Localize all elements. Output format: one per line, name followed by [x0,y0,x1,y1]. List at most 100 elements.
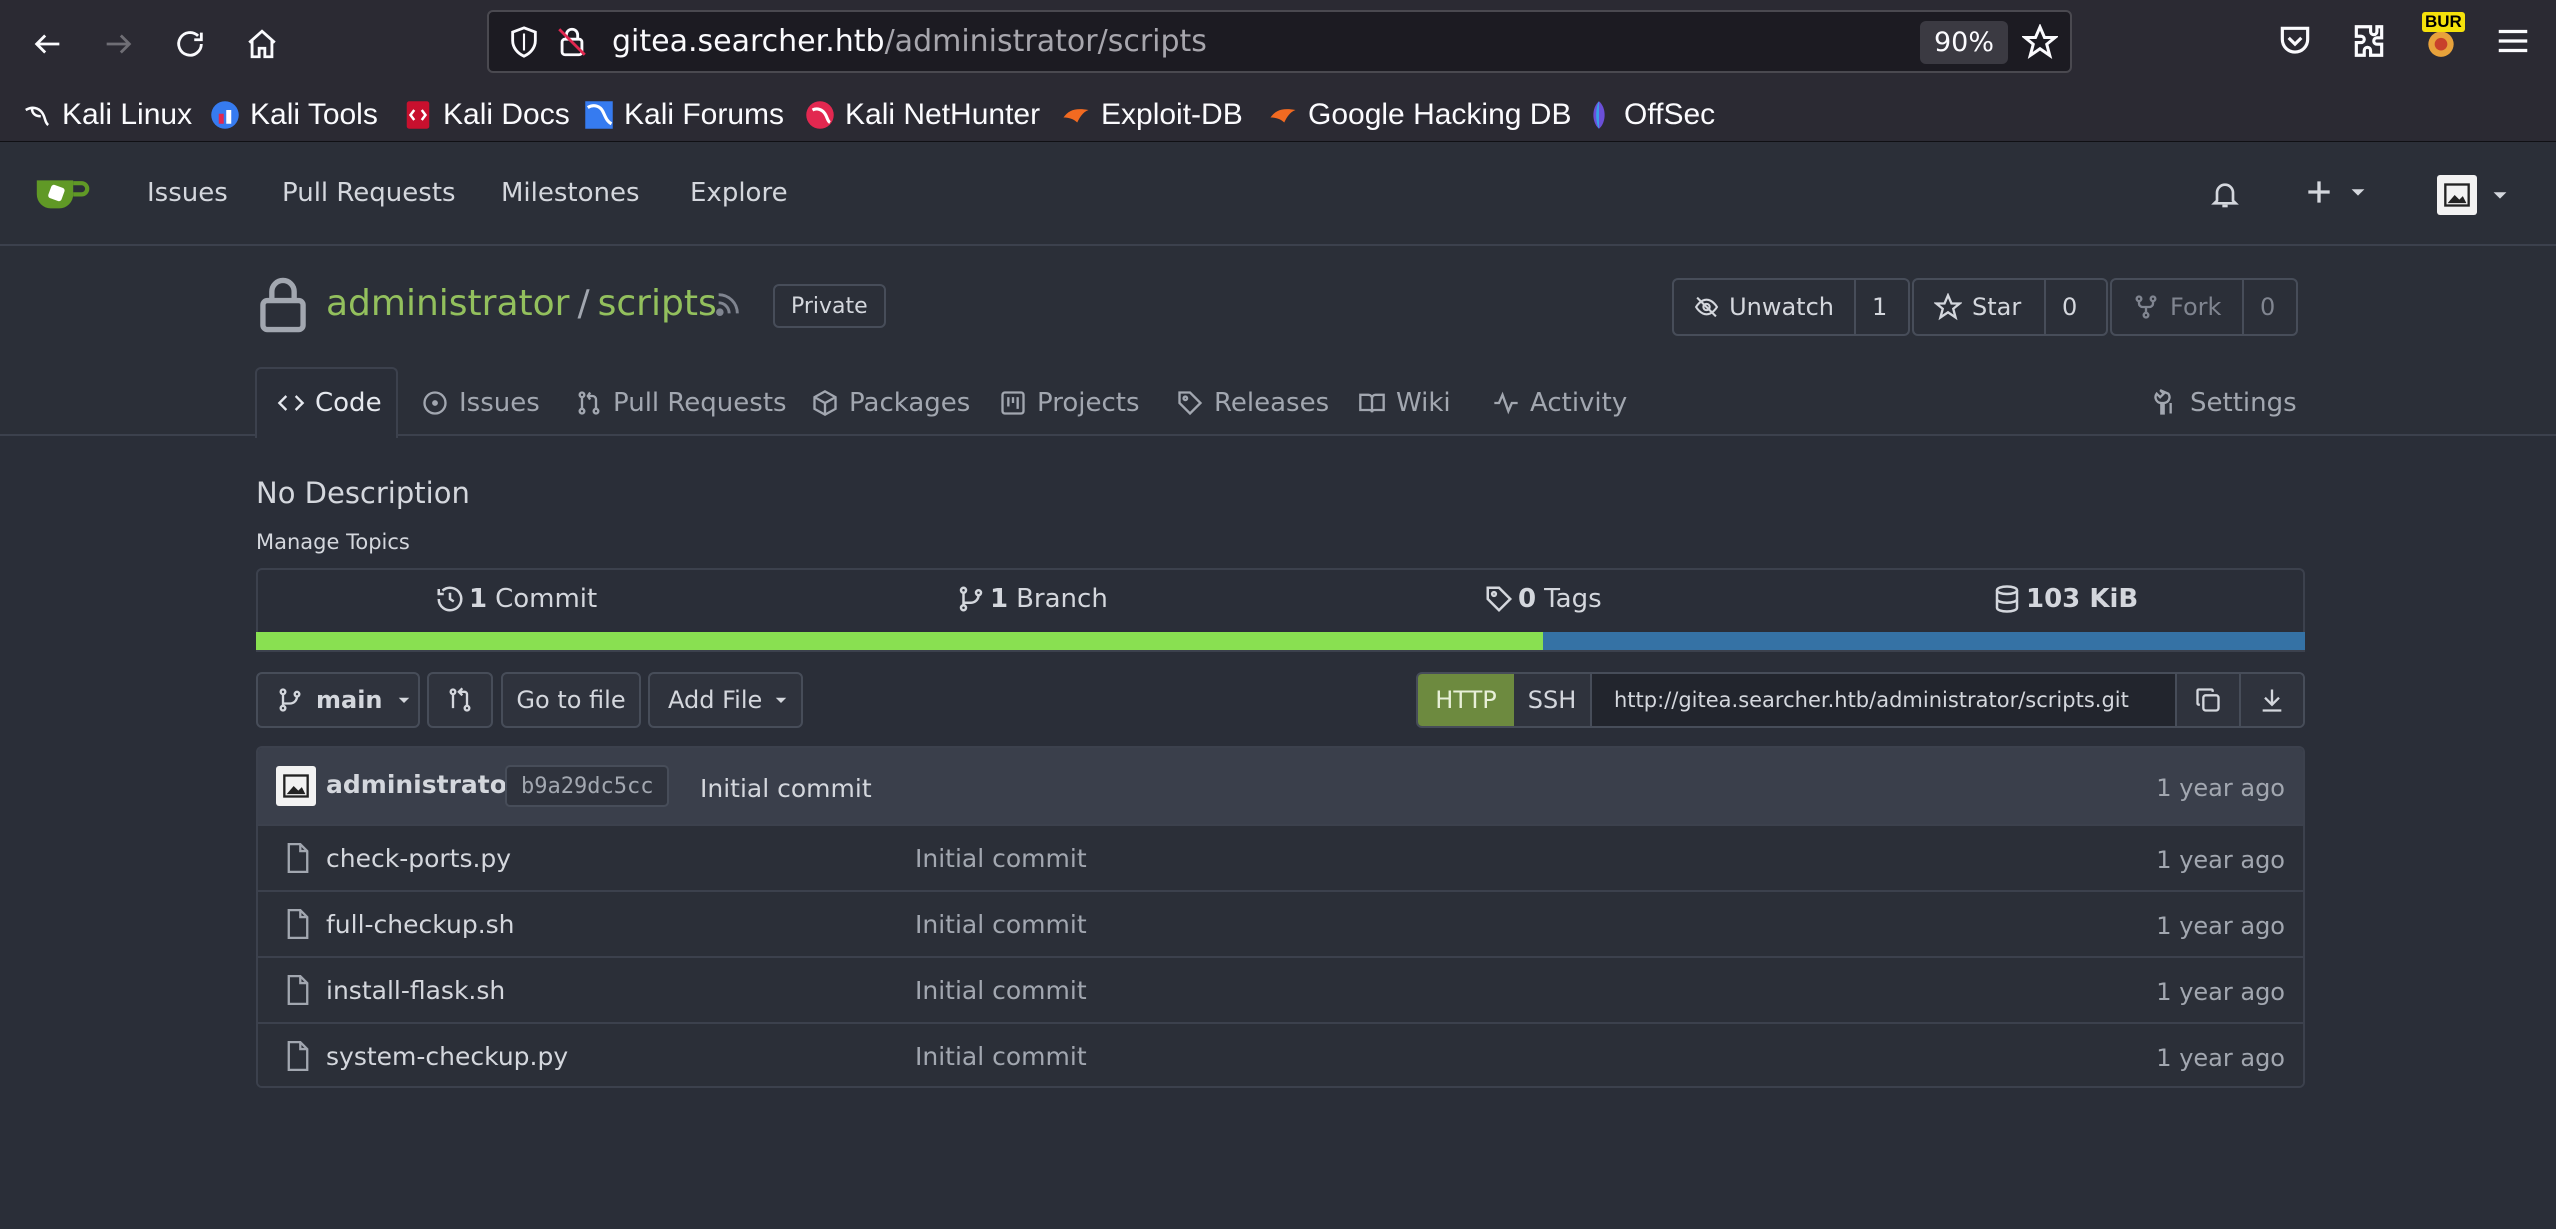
nav-pull-requests[interactable]: Pull Requests [282,178,456,208]
file-name-link[interactable]: install-flask.sh [326,976,505,1005]
pocket-icon[interactable] [2276,22,2314,60]
file-commit-time: 1 year ago [2156,846,2285,874]
shield-icon[interactable] [507,25,541,59]
add-file-dropdown[interactable]: Add File [648,672,803,728]
home-icon [248,29,276,59]
commit-message[interactable]: Initial commit [700,774,872,803]
stat-commits[interactable]: 1 Commit [435,584,597,614]
nav-explore[interactable]: Explore [690,178,788,208]
reload-button[interactable] [160,14,220,74]
file-commit-message[interactable]: Initial commit [915,910,1087,939]
gitea-logo-icon[interactable] [34,172,90,214]
clone-url-input[interactable] [1592,674,2175,726]
download-archive-button[interactable] [2239,674,2303,726]
tab-issues[interactable]: Issues [421,370,540,436]
repo-owner-link[interactable]: administrator [326,283,569,324]
git-branch-icon [279,688,301,712]
file-name-link[interactable]: check-ports.py [326,844,511,873]
clone-http-button[interactable]: HTTP [1418,674,1514,726]
file-commit-message[interactable]: Initial commit [915,1042,1087,1071]
url-bar[interactable]: gitea.searcher.htb/administrator/scripts… [487,10,2072,73]
file-name-link[interactable]: system-checkup.py [326,1042,568,1071]
repo-name-link[interactable]: scripts [598,283,717,324]
tab-settings[interactable]: Settings [2152,370,2297,436]
nav-milestones[interactable]: Milestones [501,178,640,208]
copy-clone-url-button[interactable] [2175,674,2239,726]
plus-icon [2308,181,2330,203]
bookmark-kali-linux[interactable]: Kali Linux [22,96,192,134]
file-icon [287,909,309,939]
stat-tags[interactable]: 0 Tags [1484,584,1602,614]
bookmark-exploit-db[interactable]: Exploit-DB [1061,96,1243,134]
private-badge: Private [773,284,886,328]
file-icon [287,975,309,1005]
gitea-navbar: Issues Pull Requests Milestones Explore [0,142,2556,246]
file-name-link[interactable]: full-checkup.sh [326,910,515,939]
file-commit-message[interactable]: Initial commit [915,976,1087,1005]
kali-tools-icon [211,101,239,129]
manage-topics-link[interactable]: Manage Topics [256,530,410,554]
fork-count[interactable]: 0 [2242,280,2291,334]
bookmark-kali-docs[interactable]: Kali Docs [403,96,570,134]
tag-icon [1178,391,1203,416]
user-menu-dropdown[interactable] [2437,175,2511,215]
nav-issues[interactable]: Issues [147,178,228,208]
tab-pull-requests[interactable]: Pull Requests [575,370,787,436]
commit-sha-link[interactable]: b9a29dc5cc [505,765,670,807]
watch-count[interactable]: 1 [1854,280,1903,334]
compare-button[interactable] [427,672,493,728]
extensions-icon[interactable] [2350,22,2388,60]
tab-activity[interactable]: Activity [1492,370,1627,436]
branch-selector[interactable]: main [256,672,420,728]
back-button[interactable] [18,14,78,74]
stat-branches[interactable]: 1 Branch [956,584,1108,614]
fork-button[interactable]: Fork [2112,280,2242,334]
insecure-lock-icon[interactable] [555,25,589,59]
commit-author[interactable]: administrator [326,770,519,799]
browser-toolbar: gitea.searcher.htb/administrator/scripts… [0,0,2556,86]
star-button[interactable]: Star [1914,280,2044,334]
bookmark-offsec[interactable]: OffSec [1584,96,1715,134]
menu-hamburger-icon[interactable] [2494,22,2532,60]
star-icon [1934,293,1962,321]
create-new-dropdown[interactable] [2303,176,2369,208]
fork-button-group: Fork 0 [2110,278,2298,336]
eye-slash-icon [1694,296,1719,318]
tab-packages[interactable]: Packages [811,370,970,436]
nethunter-icon [806,101,834,129]
bookmarks-toolbar: Kali Linux Kali Tools Kali Docs Kali For… [0,86,2556,142]
tab-releases[interactable]: Releases [1176,370,1329,436]
caret-down-icon [776,697,787,703]
star-count[interactable]: 0 [2044,280,2093,334]
private-lock-icon [260,277,306,333]
file-table: administrator b9a29dc5cc Initial commit … [256,746,2305,1088]
language-stats-bar[interactable] [256,632,2305,650]
bookmark-kali-nethunter[interactable]: Kali NetHunter [805,96,1040,134]
forward-button[interactable] [88,14,148,74]
bookmark-star-icon[interactable] [2022,24,2058,60]
tab-projects[interactable]: Projects [999,370,1140,436]
repo-path-separator: / [577,283,590,324]
file-commit-message[interactable]: Initial commit [915,844,1087,873]
notification-bell-icon[interactable] [2209,178,2241,210]
go-to-file-button[interactable]: Go to file [501,672,641,728]
url-text[interactable]: gitea.searcher.htb/administrator/scripts [612,24,1207,59]
git-compare-icon [449,687,471,712]
exploit-db-icon [1063,109,1089,123]
home-button[interactable] [232,14,292,74]
clone-ssh-button[interactable]: SSH [1514,674,1592,726]
book-icon [1359,393,1385,413]
zoom-level-badge[interactable]: 90% [1920,21,2008,64]
commit-author-avatar[interactable] [276,766,316,806]
bookmark-kali-tools[interactable]: Kali Tools [210,96,378,134]
unwatch-button[interactable]: Unwatch [1674,280,1854,334]
bookmark-google-hacking-db[interactable]: Google Hacking DB [1268,96,1571,134]
bookmark-kali-forums[interactable]: Kali Forums [584,96,784,134]
rss-feed-icon[interactable] [714,290,742,318]
tab-wiki[interactable]: Wiki [1358,370,1451,436]
tag-icon [1486,586,1513,613]
tab-code[interactable]: Code [277,370,382,436]
pulse-icon [1494,391,1518,415]
avatar-image-icon [2444,183,2470,207]
caret-down-icon [398,697,409,703]
